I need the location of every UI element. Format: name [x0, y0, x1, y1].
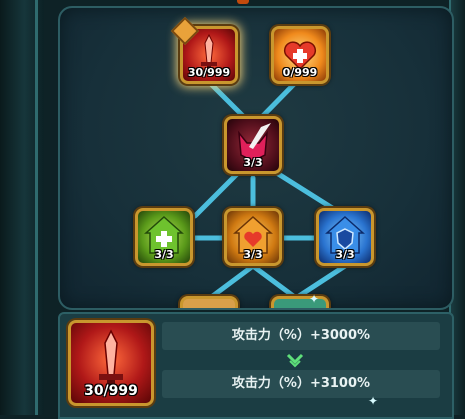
next-stat-value: 攻击力（%）+3100%	[162, 370, 440, 398]
node-count: 3/3	[243, 156, 263, 169]
node-green-heal[interactable]: 3/3	[135, 208, 193, 266]
node-count: 0/999	[282, 66, 318, 79]
left-frame-border	[0, 0, 44, 415]
node-count: 3/3	[335, 248, 355, 261]
chevron-down-icon	[286, 353, 304, 368]
node-blue-shield[interactable]: 3/3	[316, 208, 374, 266]
current-stat-value: 攻击力（%）+3000%	[162, 322, 440, 350]
node-hp-heart[interactable]: 0/999	[271, 26, 329, 84]
top-ornament	[237, 0, 249, 4]
skill-tree-panel: 30/999 0/999 3/3 3/3 3/3 3/3	[58, 6, 454, 310]
selected-skill-count: 30/999	[84, 383, 138, 399]
node-attack-sword[interactable]: 30/999	[170, 16, 238, 84]
node-partial-right[interactable]	[271, 296, 329, 308]
node-demon-slash[interactable]: 3/3	[224, 116, 282, 174]
skill-detail-panel: 30/999 攻击力（%）+3000% 攻击力（%）+3100%	[58, 312, 454, 419]
node-orange-heart-house[interactable]: 3/3	[224, 208, 282, 266]
sparkle-icon: ✦	[368, 394, 379, 408]
selected-skill-icon: 30/999	[68, 320, 154, 406]
node-partial-left[interactable]	[180, 296, 238, 308]
sparkle-icon: ✦	[309, 292, 320, 306]
node-count: 3/3	[243, 248, 263, 261]
node-count: 30/999	[187, 66, 231, 79]
node-count: 3/3	[154, 248, 174, 261]
